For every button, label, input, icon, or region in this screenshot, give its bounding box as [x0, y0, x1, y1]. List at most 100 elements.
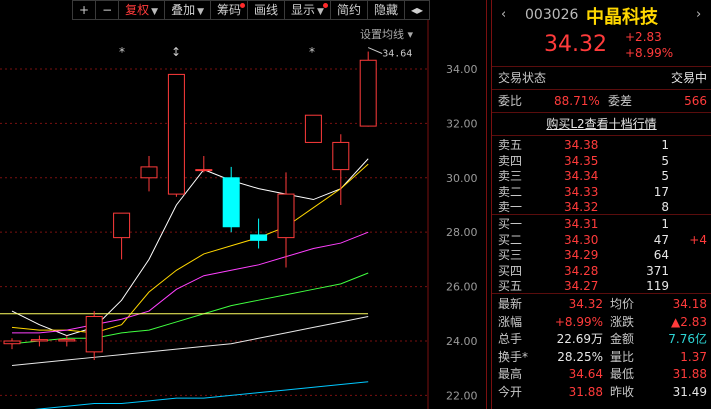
stat-label: 换手*: [498, 349, 529, 364]
y-tick-label: 24.00: [446, 335, 478, 348]
order-price: 34.28: [564, 263, 599, 278]
scroll-right-icon[interactable]: ›: [696, 7, 701, 22]
stock-name: 中晶科技: [586, 7, 658, 28]
toolbar-button-0[interactable]: +: [72, 0, 96, 20]
sell_orders-row: 卖二 34.33 17: [492, 184, 711, 200]
stat-value: 34.64: [568, 367, 603, 381]
event-marker-icon[interactable]: *: [309, 45, 315, 59]
toolbar-button-label: 复权: [125, 3, 150, 17]
sell_orders-row: 卖一 34.32 8: [492, 199, 711, 215]
order-level-label: 买五: [498, 279, 523, 293]
order-price: 34.38: [564, 138, 599, 152]
toolbar-button-2[interactable]: 复权 ▼: [118, 0, 165, 20]
buy_orders-row: 买五 34.27 119: [492, 278, 711, 294]
event-marker-icon[interactable]: ↕: [171, 45, 181, 59]
order-quantity: 5: [661, 153, 669, 168]
y-tick-label: 34.00: [446, 63, 478, 76]
stat-label: 总手: [498, 332, 523, 346]
notification-dot-icon: [322, 3, 328, 8]
toolbar-button-label: 画线: [254, 3, 279, 17]
candle-body: [167, 73, 185, 195]
high-price-label: 34.64: [382, 49, 412, 60]
panel-divider: [486, 0, 487, 409]
order-quantity: 8: [661, 200, 669, 214]
stat-label: 金额: [610, 332, 635, 346]
candle-body: [85, 316, 103, 353]
stat-label: 最新: [498, 297, 523, 311]
sell_orders-row: 卖五 34.38 1: [492, 137, 711, 153]
order-price: 34.30: [564, 232, 599, 247]
candle-body: [140, 166, 158, 179]
toolbar-button-7[interactable]: 简约: [329, 0, 367, 20]
y-tick-label: 28.00: [446, 226, 478, 239]
level2-link[interactable]: 购买L2查看十档行情: [546, 117, 656, 131]
buy_orders-row: 买三 34.29 64: [492, 247, 711, 263]
order-price: 34.29: [564, 248, 599, 262]
stock-code: 003026: [525, 7, 579, 23]
stats-row: 最新 34.32 均价 34.18: [492, 296, 711, 312]
order-level-label: 卖四: [498, 153, 523, 168]
stats-row: 涨幅 +8.99% 涨跌 ▲2.83: [492, 314, 711, 330]
status-value: 交易中: [670, 71, 707, 85]
buy_orders-row: 买四 34.28 371: [492, 263, 711, 279]
order-quantity: 47: [653, 232, 669, 247]
candle-body: [30, 339, 48, 342]
order-level-label: 买四: [498, 263, 523, 278]
stat-value: 31.49: [672, 384, 707, 399]
stat-value: 22.69万: [556, 332, 603, 346]
buy_orders-row: 买二 34.30 47 +4: [492, 232, 711, 248]
toolbar-button-9[interactable]: ◂▸: [404, 0, 431, 20]
toolbar-button-1[interactable]: −: [95, 0, 119, 20]
stats-row: 换手* 28.25% 量比 1.37: [492, 349, 711, 365]
chart-toolbar: + − 复权 ▼ 叠加 ▼ 筹码 画线 显示 ▼ 简约 隐藏 ◂▸: [72, 0, 484, 20]
stat-value: 34.32: [568, 297, 603, 311]
candle-body: [195, 169, 213, 172]
stat-value: 31.88: [568, 384, 603, 399]
buy_orders-row: 买一 34.31 1: [492, 216, 711, 232]
stat-value: 1.37: [680, 349, 707, 364]
stat-value: 28.25%: [557, 349, 603, 364]
chevron-down-icon: ▼: [317, 7, 324, 17]
moving-average-line: [11, 272, 369, 345]
candle-body: [250, 234, 268, 241]
ma-settings-label[interactable]: 设置均线 ▾: [360, 27, 413, 41]
candle-body: [58, 339, 76, 342]
candle-body: [277, 193, 295, 239]
stats-row: 今开 31.88 昨收 31.49: [492, 384, 711, 400]
current-price: 34.32: [544, 32, 607, 57]
stat-label: 最低: [610, 367, 635, 381]
toolbar-button-label: −: [102, 3, 113, 17]
event-marker-icon[interactable]: *: [119, 45, 125, 59]
high-pointer: [368, 47, 383, 55]
chevron-down-icon: ▼: [151, 7, 159, 17]
candle-body: [3, 340, 21, 345]
order-quantity: 17: [653, 184, 669, 199]
order-level-label: 卖一: [498, 200, 523, 214]
y-tick-label: 32.00: [446, 117, 478, 130]
toolbar-button-label: 显示: [291, 3, 316, 17]
moving-average-line: [11, 158, 369, 337]
scroll-left-icon[interactable]: ‹: [501, 7, 506, 22]
chevron-down-icon: ▼: [197, 7, 204, 17]
notification-dot-icon: [240, 3, 246, 8]
toolbar-button-4[interactable]: 筹码: [210, 0, 248, 20]
stat-value: ▲2.83: [671, 314, 707, 329]
candle-body: [222, 177, 240, 228]
order-level-label: 卖三: [498, 169, 523, 183]
kline-chart[interactable]: 34.00 32.00 30.00 28.00 26.00 24.00 22.00 设置均线 …: [0, 0, 486, 409]
toolbar-button-5[interactable]: 画线: [247, 0, 285, 20]
toolbar-button-6[interactable]: 显示 ▼: [284, 0, 330, 20]
ratio-label: 委比: [498, 94, 523, 108]
toolbar-button-8[interactable]: 隐藏: [366, 0, 404, 20]
order-level-label: 买三: [498, 248, 523, 262]
status-label: 交易状态: [498, 71, 547, 85]
toolbar-button-3[interactable]: 叠加 ▼: [164, 0, 210, 20]
ratio-value: 88.71%: [554, 94, 600, 108]
candle-body: [304, 114, 322, 143]
order-price: 34.35: [564, 153, 599, 168]
stat-label: 昨收: [610, 384, 635, 399]
order-quantity: 1: [661, 217, 669, 231]
order-quantity: 371: [646, 263, 669, 278]
stat-label: 量比: [610, 349, 635, 364]
sell_orders-row: 卖四 34.35 5: [492, 153, 711, 169]
